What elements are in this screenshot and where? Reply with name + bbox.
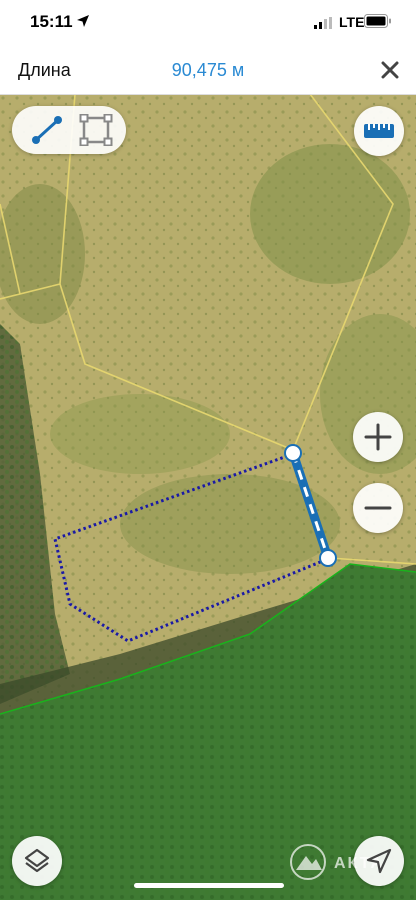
watermark-emblem-icon <box>290 844 326 880</box>
network-type: LTE <box>339 14 365 30</box>
signal-bars-icon <box>314 17 332 29</box>
zoom-out-button[interactable] <box>353 483 403 533</box>
close-icon[interactable] <box>376 56 404 84</box>
my-location-button[interactable] <box>354 836 404 886</box>
status-bar: 15:11 LTE <box>0 0 416 44</box>
measurement-header: Длина 90,475 м <box>0 44 416 95</box>
measurement-value: 90,475 м <box>171 60 245 80</box>
location-arrow-icon <box>77 15 89 27</box>
measure-mode-toggle <box>12 106 126 154</box>
ruler-icon <box>364 124 394 138</box>
navigation-arrow-icon <box>366 848 392 874</box>
plus-icon <box>364 423 392 451</box>
ruler-button[interactable] <box>354 106 404 156</box>
zoom-in-button[interactable] <box>353 412 403 462</box>
minus-icon <box>364 506 392 510</box>
polygon-tool-icon[interactable] <box>76 114 116 146</box>
satellite-map[interactable]: АКТА <box>0 94 416 900</box>
home-indicator <box>134 883 284 888</box>
layers-button[interactable] <box>12 836 62 886</box>
line-tool-icon[interactable] <box>26 114 66 146</box>
battery-icon <box>364 14 391 28</box>
layers-icon <box>24 848 50 873</box>
status-time: 15:11 <box>30 12 73 31</box>
